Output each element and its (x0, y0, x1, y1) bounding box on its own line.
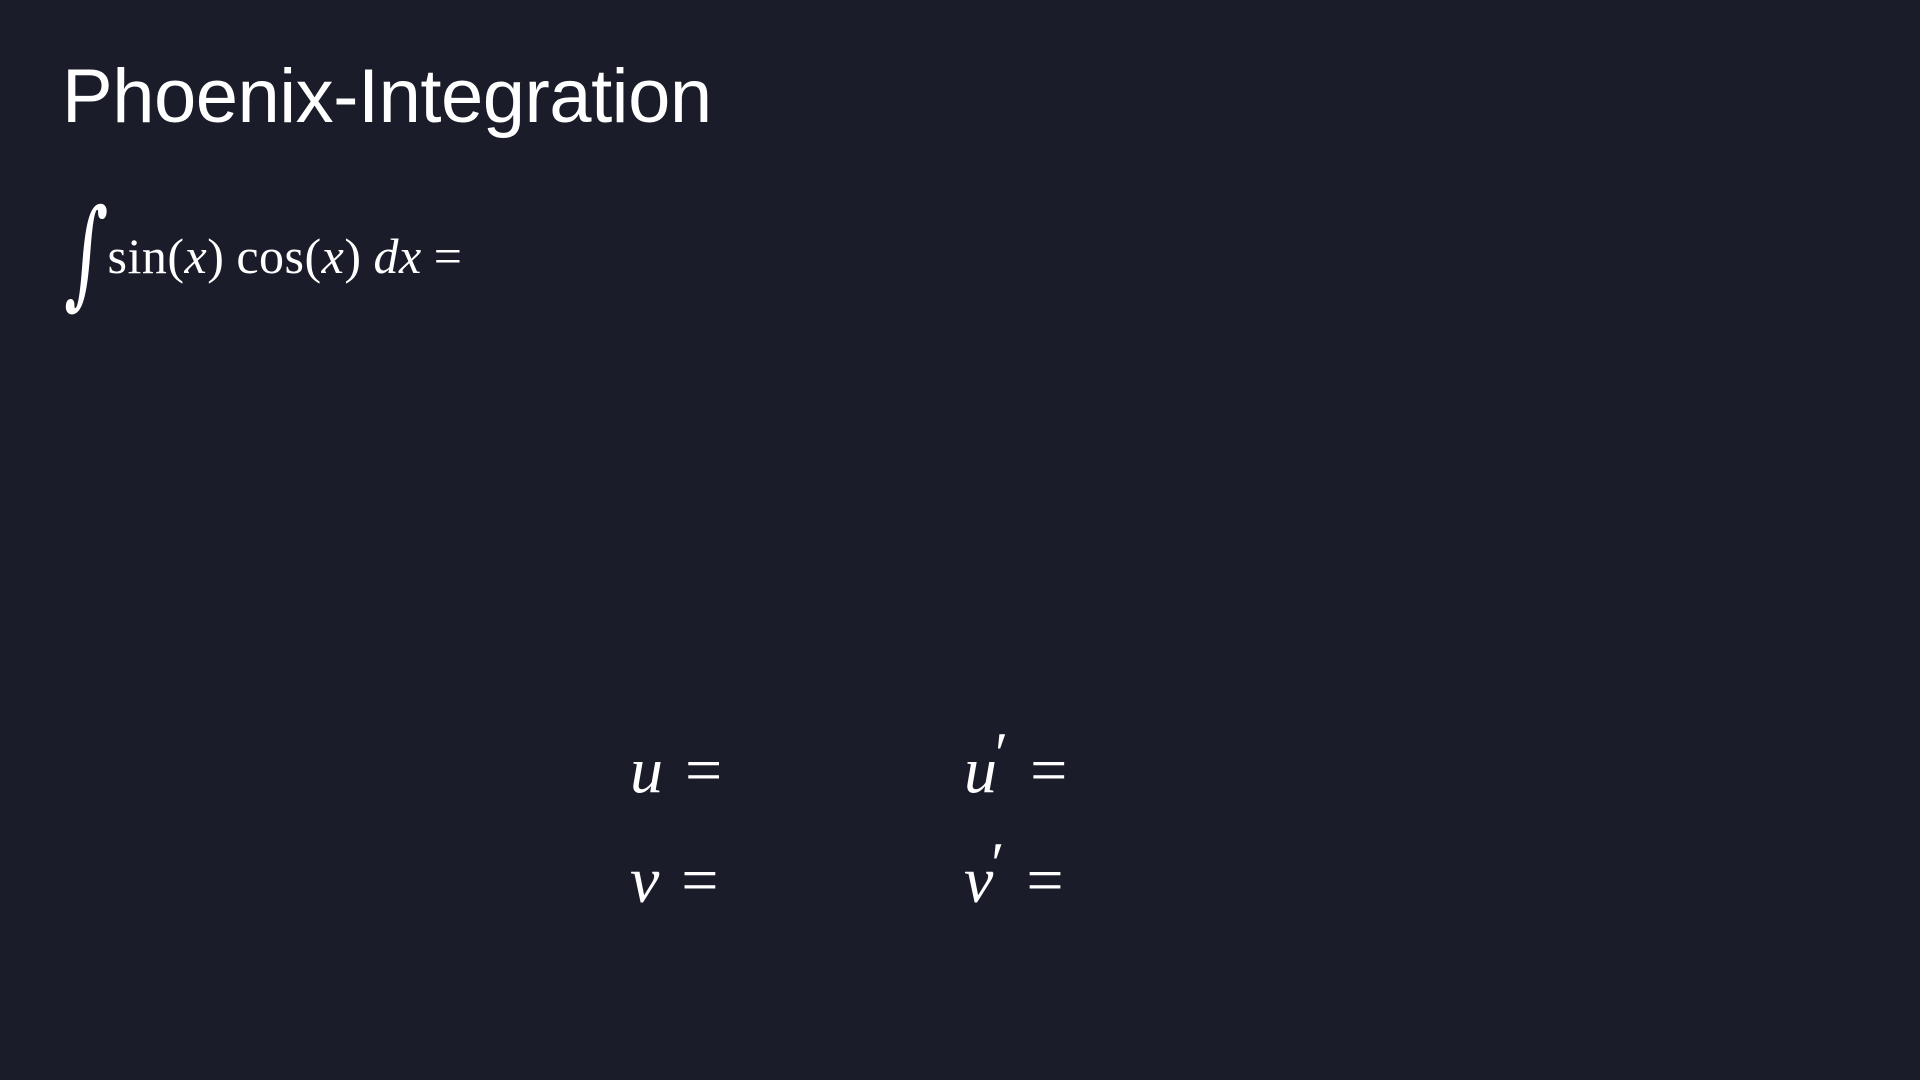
variable-u: u (630, 734, 663, 807)
paren-close: ) (207, 228, 225, 284)
substitution-u: u = (630, 738, 722, 804)
substitution-u-prime: u′ = (964, 724, 1067, 804)
substitution-v-prime: v′ = (964, 834, 1064, 914)
sin-function: sin (107, 228, 168, 284)
paren-open: ( (304, 228, 322, 284)
equals-sign: = (1030, 734, 1068, 807)
variable-u: u (964, 734, 997, 807)
paren-close: ) (344, 228, 362, 284)
differential-variable: x (399, 228, 422, 284)
integral-sign: ∫ (63, 183, 111, 321)
prime-mark: ′ (991, 831, 1005, 897)
paren-open: ( (167, 228, 185, 284)
variable-v: v (630, 844, 660, 917)
slide: Phoenix-Integration ∫ sin(x) cos(x) dx = u =… (0, 0, 1920, 1080)
substitution-v: v = (630, 848, 719, 914)
slide-title: Phoenix-Integration (62, 54, 712, 139)
equals-sign: = (433, 228, 463, 284)
integral-expression: ∫ sin(x) cos(x) dx = (63, 183, 462, 321)
equals-sign: = (685, 734, 723, 807)
equals-sign: = (1026, 844, 1064, 917)
prime-mark: ′ (995, 721, 1009, 787)
integrand: sin(x) cos(x) dx = (107, 231, 462, 281)
variable-x: x (184, 228, 208, 284)
cos-function: cos (236, 228, 305, 284)
variable-x: x (321, 228, 345, 284)
variable-v: v (964, 844, 994, 917)
equals-sign: = (681, 844, 719, 917)
differential-d: d (373, 228, 400, 284)
